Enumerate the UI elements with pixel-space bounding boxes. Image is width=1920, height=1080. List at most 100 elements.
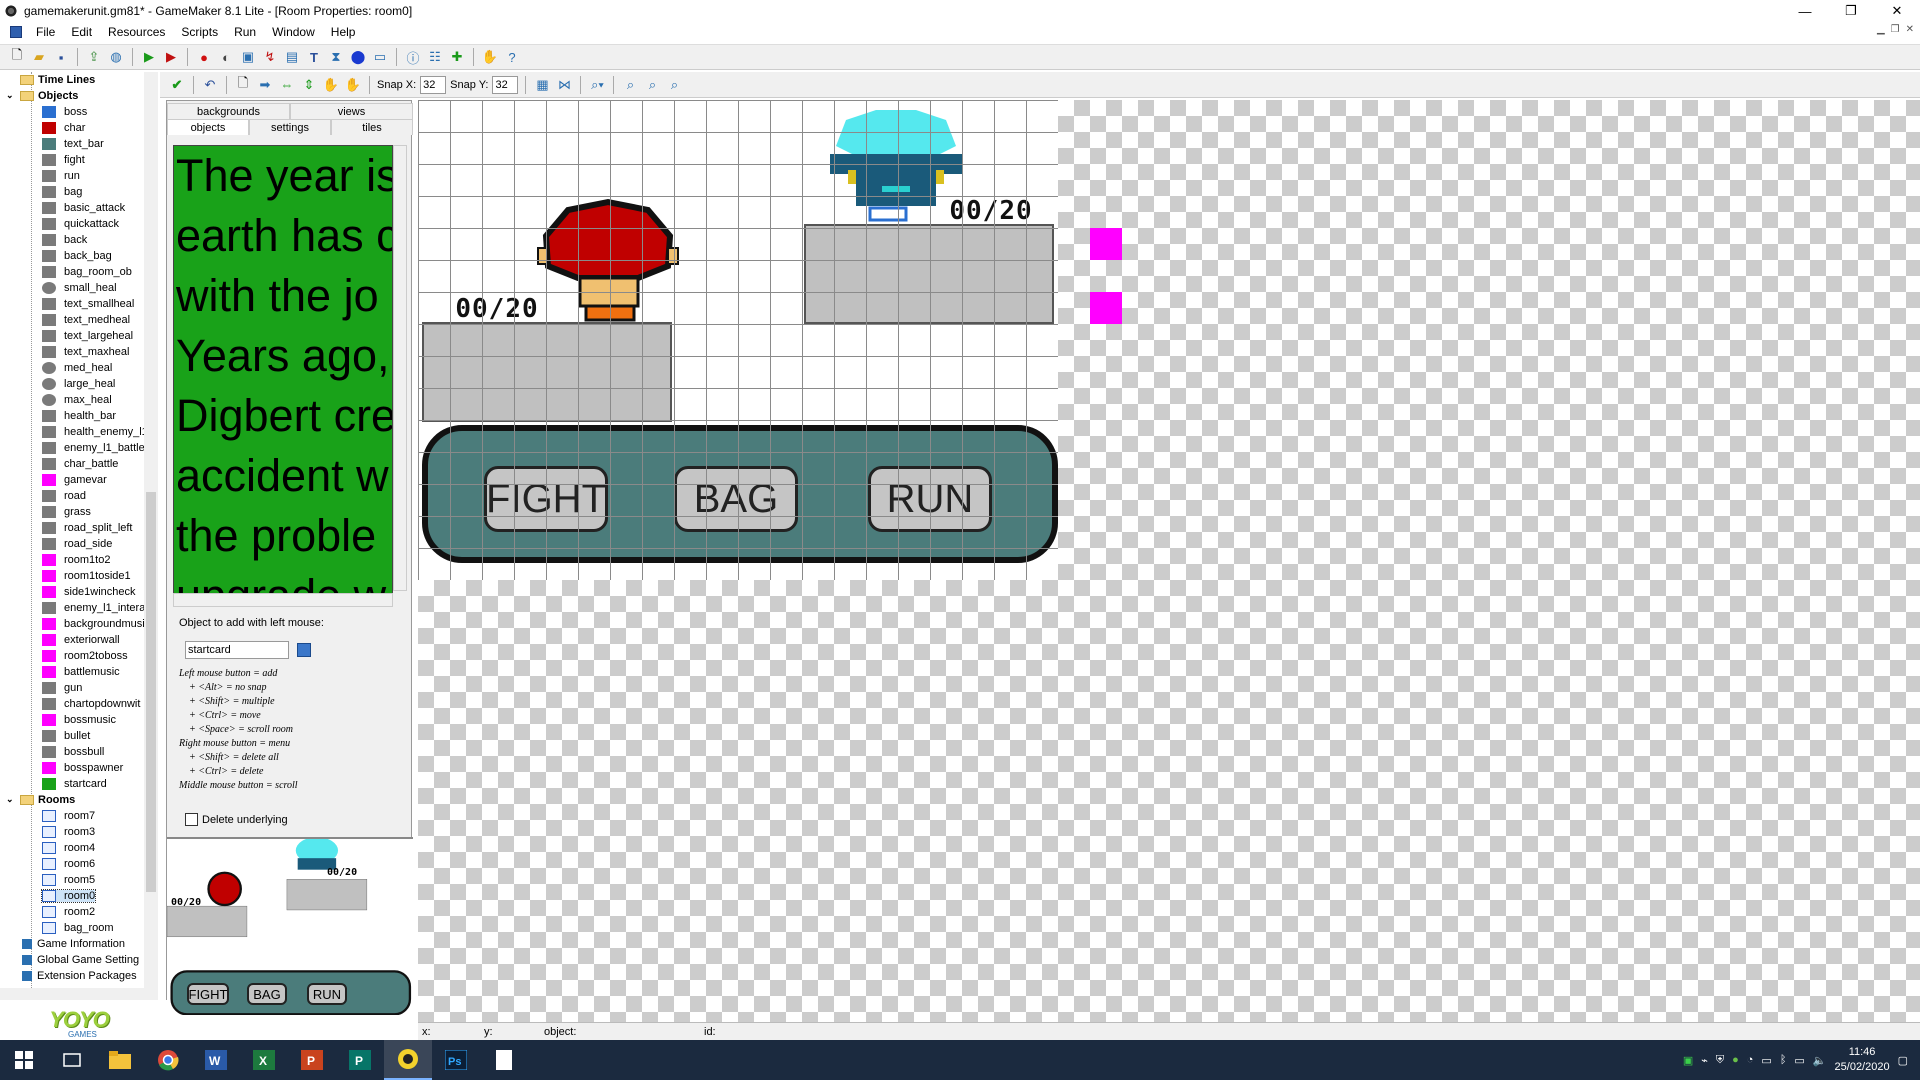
tree-object-item[interactable]: bag bbox=[0, 184, 157, 200]
tab-views[interactable]: views bbox=[290, 103, 413, 119]
menu-file[interactable]: File bbox=[28, 25, 63, 39]
tree-object-item[interactable]: room1to2 bbox=[0, 552, 157, 568]
task-view-icon[interactable] bbox=[48, 1040, 96, 1080]
tree-object-item[interactable]: bossmusic bbox=[0, 712, 157, 728]
word-icon[interactable]: W bbox=[192, 1040, 240, 1080]
excel-icon[interactable]: X bbox=[240, 1040, 288, 1080]
background-icon[interactable]: ▣ bbox=[239, 48, 257, 66]
snap-x-input[interactable]: 32 bbox=[420, 75, 447, 94]
mdi-restore-icon[interactable]: ❐ bbox=[1891, 24, 1900, 35]
tree-object-item[interactable]: max_heal bbox=[0, 392, 157, 408]
tree-room-item[interactable]: room2 bbox=[0, 904, 157, 920]
zoom-in-icon[interactable]: ⌕ bbox=[665, 76, 683, 94]
tree-object-item[interactable]: road_side bbox=[0, 536, 157, 552]
font-icon[interactable]: T bbox=[305, 48, 323, 66]
room-area[interactable]: 00/20 00/20 FIGHT BAG RUN bbox=[418, 100, 1058, 580]
hand-icon[interactable]: ✋ bbox=[481, 48, 499, 66]
snap-y-input[interactable]: 32 bbox=[492, 75, 519, 94]
zoom-reset-icon[interactable]: ⌕ bbox=[643, 76, 661, 94]
fight-button[interactable]: FIGHT bbox=[484, 466, 608, 532]
tree-object-item[interactable]: text_medheal bbox=[0, 312, 157, 328]
room-editor-canvas[interactable]: 00/20 00/20 FIGHT BAG RUN bbox=[418, 100, 1920, 1022]
tree-extra-item[interactable]: Game Information bbox=[0, 936, 157, 952]
path-icon[interactable]: ↯ bbox=[261, 48, 279, 66]
tree-object-item[interactable]: quickattack bbox=[0, 216, 157, 232]
object-picker-icon[interactable] bbox=[297, 643, 311, 657]
close-button[interactable]: ✕ bbox=[1874, 0, 1920, 22]
room-icon[interactable]: ▭ bbox=[371, 48, 389, 66]
tray-bluetooth-icon[interactable]: ᛒ bbox=[1780, 1054, 1787, 1066]
debug-icon[interactable]: ▶ bbox=[162, 48, 180, 66]
tree-scrollbar[interactable] bbox=[144, 72, 158, 988]
script-icon[interactable]: ▤ bbox=[283, 48, 301, 66]
tree-object-item[interactable]: room1toside1 bbox=[0, 568, 157, 584]
menu-run[interactable]: Run bbox=[226, 25, 264, 39]
publisher-icon[interactable]: P bbox=[336, 1040, 384, 1080]
tree-object-item[interactable]: enemy_l1_intera bbox=[0, 600, 157, 616]
blank-document-icon[interactable] bbox=[480, 1040, 528, 1080]
tray-volume-icon[interactable]: 🔈 bbox=[1813, 1054, 1827, 1067]
photoshop-icon[interactable]: Ps bbox=[432, 1040, 480, 1080]
new-icon[interactable]: 🗋 bbox=[8, 47, 26, 66]
shift-icon[interactable]: ➡ bbox=[256, 76, 274, 94]
tray-sync-icon[interactable]: ● bbox=[1732, 1054, 1739, 1066]
tree-object-item[interactable]: battlemusic bbox=[0, 664, 157, 680]
undo-icon[interactable]: ↶ bbox=[201, 76, 219, 94]
tree-extra-item[interactable]: Extension Packages bbox=[0, 968, 157, 984]
tree-object-item[interactable]: bullet bbox=[0, 728, 157, 744]
timeline-icon[interactable]: ⧗ bbox=[327, 48, 345, 66]
minimize-button[interactable]: — bbox=[1782, 0, 1828, 22]
preview-vscrollbar[interactable] bbox=[393, 145, 407, 591]
sort-y-icon[interactable]: ⇕ bbox=[300, 76, 318, 94]
tree-object-item[interactable]: boss bbox=[0, 104, 157, 120]
tree-object-item[interactable]: grass bbox=[0, 504, 157, 520]
open-icon[interactable]: ▰ bbox=[30, 48, 48, 66]
tree-object-item[interactable]: text_smallheal bbox=[0, 296, 157, 312]
unlock-icon[interactable]: ✋ bbox=[344, 76, 362, 94]
maximize-button[interactable]: ❐ bbox=[1828, 0, 1874, 22]
delete-underlying-checkbox[interactable] bbox=[185, 813, 198, 826]
tree-room-item[interactable]: room4 bbox=[0, 840, 157, 856]
tree-hscrollbar[interactable] bbox=[0, 988, 158, 1000]
music-object-marker[interactable] bbox=[1090, 292, 1122, 324]
help-icon[interactable]: ? bbox=[503, 48, 521, 66]
tree-object-item[interactable]: gamevar bbox=[0, 472, 157, 488]
tree-object-item[interactable]: gun bbox=[0, 680, 157, 696]
tray-wifi-icon[interactable]: ▭ bbox=[1794, 1054, 1804, 1067]
tree-room-item[interactable]: bag_room bbox=[0, 920, 157, 936]
object-select-input[interactable]: startcard bbox=[185, 641, 289, 659]
file-explorer-icon[interactable] bbox=[96, 1040, 144, 1080]
tree-object-item[interactable]: run bbox=[0, 168, 157, 184]
tree-object-item[interactable]: room2toboss bbox=[0, 648, 157, 664]
game-info-icon[interactable]: ⓘ bbox=[404, 48, 422, 66]
tree-object-item[interactable]: backgroundmusi bbox=[0, 616, 157, 632]
tree-object-item[interactable]: med_heal bbox=[0, 360, 157, 376]
powerpoint-icon[interactable]: P bbox=[288, 1040, 336, 1080]
tree-object-item[interactable]: side1wincheck bbox=[0, 584, 157, 600]
mdi-minimize-icon[interactable]: ▁ bbox=[1877, 24, 1885, 35]
start-windows-icon[interactable] bbox=[0, 1040, 48, 1080]
grid-toggle-icon[interactable]: ▦ bbox=[533, 76, 551, 94]
tab-settings[interactable]: settings bbox=[249, 119, 331, 135]
tree-object-item[interactable]: small_heal bbox=[0, 280, 157, 296]
isometric-icon[interactable]: ⋈ bbox=[555, 76, 573, 94]
tree-object-item[interactable]: road_split_left bbox=[0, 520, 157, 536]
save-icon[interactable]: ▪ bbox=[52, 48, 70, 66]
tree-object-item[interactable]: text_bar bbox=[0, 136, 157, 152]
delete-underlying-option[interactable]: Delete underlying bbox=[185, 813, 288, 826]
sprite-icon[interactable]: ● bbox=[195, 48, 213, 66]
tree-object-item[interactable]: enemy_l1_battle bbox=[0, 440, 157, 456]
tree-object-item[interactable]: bossbull bbox=[0, 744, 157, 760]
tree-object-item[interactable]: health_enemy_l1 bbox=[0, 424, 157, 440]
tray-chrome-icon[interactable]: ◔ bbox=[1747, 1054, 1754, 1066]
tree-object-item[interactable]: health_bar bbox=[0, 408, 157, 424]
tab-tiles[interactable]: tiles bbox=[331, 119, 413, 135]
tree-room-item[interactable]: room3 bbox=[0, 824, 157, 840]
ok-check-icon[interactable]: ✔ bbox=[168, 76, 186, 94]
tree-room-item[interactable]: room7 bbox=[0, 808, 157, 824]
tree-group-timelines[interactable]: Time Lines bbox=[0, 72, 157, 88]
tree-object-item[interactable]: large_heal bbox=[0, 376, 157, 392]
global-settings-icon[interactable]: ☷ bbox=[426, 48, 444, 66]
tree-object-item[interactable]: basic_attack bbox=[0, 200, 157, 216]
tree-object-item[interactable]: bag_room_ob bbox=[0, 264, 157, 280]
